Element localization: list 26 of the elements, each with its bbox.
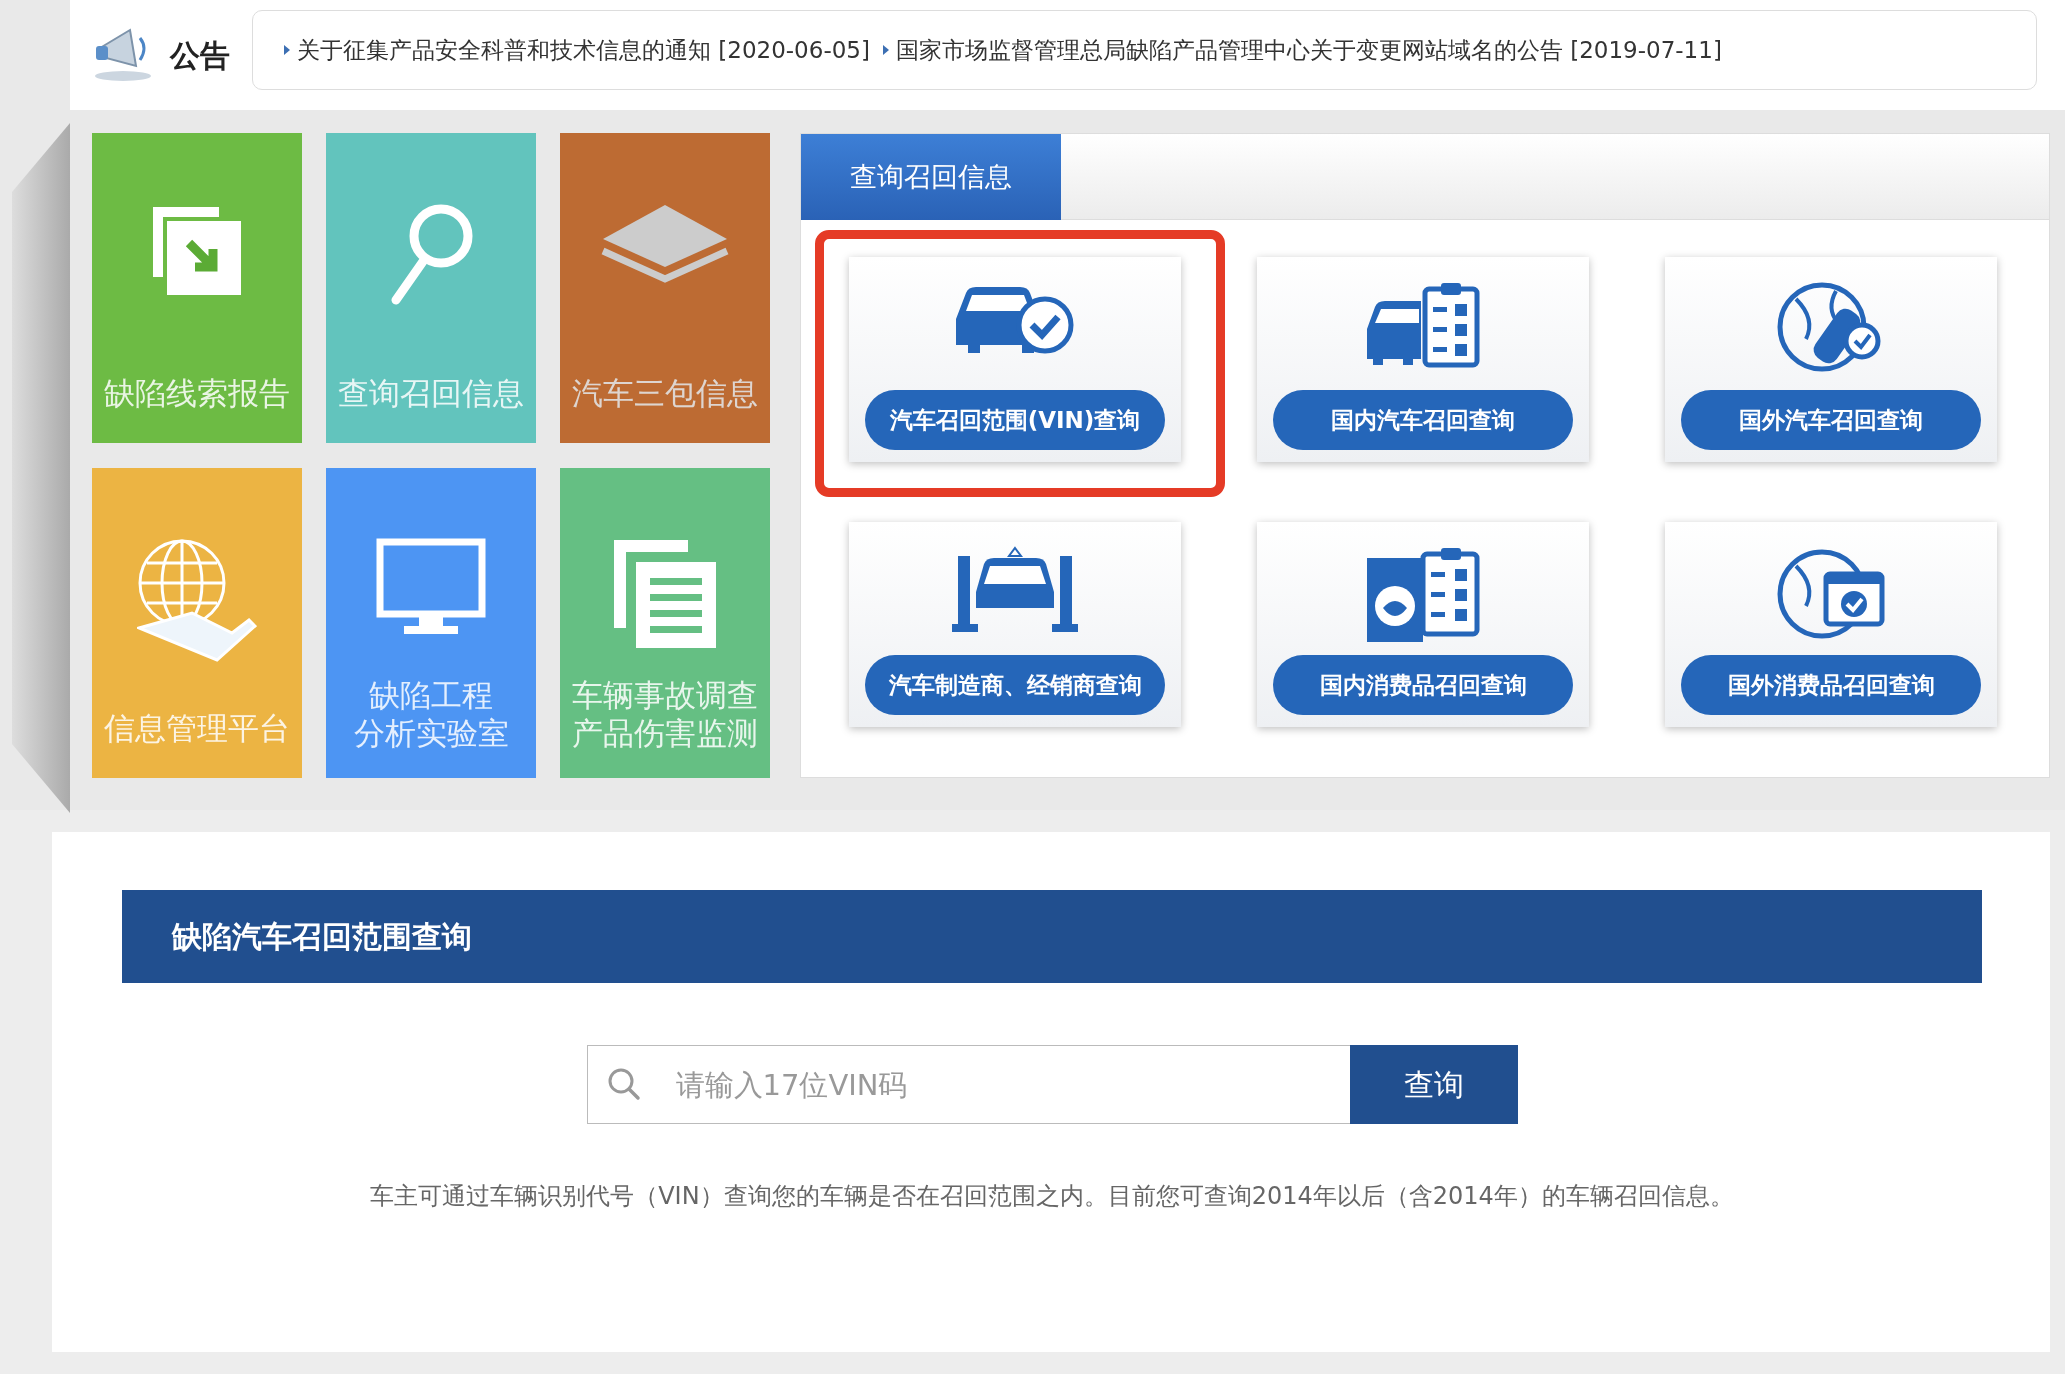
- bullet-icon: [881, 44, 890, 56]
- query-card[interactable]: 国外汽车召回查询: [1665, 257, 1997, 462]
- notice-link[interactable]: 国家市场监督管理总局缺陷产品管理中心关于变更网站域名的公告 [2019-07-11]: [895, 32, 1722, 68]
- search-icon: [606, 1067, 641, 1101]
- notice-link[interactable]: 关于征集产品安全科普和技术信息的通知 [2020-06-05]: [297, 32, 870, 68]
- panel-tab[interactable]: 查询召回信息: [801, 134, 1061, 220]
- section-title: 缺陷汽车召回范围查询: [172, 918, 472, 956]
- announcement-label: 公告: [170, 36, 230, 75]
- query-button[interactable]: 国内消费品召回查询: [1273, 655, 1573, 715]
- query-note: 车主可通过车辆识别代号（VIN）查询您的车辆是否在召回范围之内。目前您可查询2014年以后（含2014年）的车辆召回信息。: [369, 1181, 1735, 1212]
- query-card[interactable]: 国内汽车召回查询: [1257, 257, 1589, 462]
- query-button[interactable]: 查询: [1349, 1045, 1518, 1124]
- query-button[interactable]: 国外消费品召回查询: [1681, 655, 1981, 715]
- query-button[interactable]: 国内汽车召回查询: [1273, 390, 1573, 450]
- query-button[interactable]: 汽车制造商、经销商查询: [865, 655, 1165, 715]
- query-card[interactable]: 国外消费品召回查询: [1665, 522, 1997, 727]
- query-card[interactable]: 国内消费品召回查询: [1257, 522, 1589, 727]
- vin-search-field[interactable]: 请输入17位VIN码: [586, 1045, 1350, 1124]
- query-button[interactable]: 国外汽车召回查询: [1681, 390, 1981, 450]
- query-button[interactable]: 汽车召回范围(VIN)查询: [865, 390, 1165, 450]
- documents-icon: [612, 538, 718, 650]
- query-card[interactable]: 汽车召回范围(VIN)查询: [849, 257, 1181, 462]
- query-card[interactable]: 汽车制造商、经销商查询: [849, 522, 1181, 727]
- car-lift-icon: [950, 544, 1080, 634]
- layers-icon: [600, 203, 730, 283]
- bullet-icon: [283, 44, 291, 56]
